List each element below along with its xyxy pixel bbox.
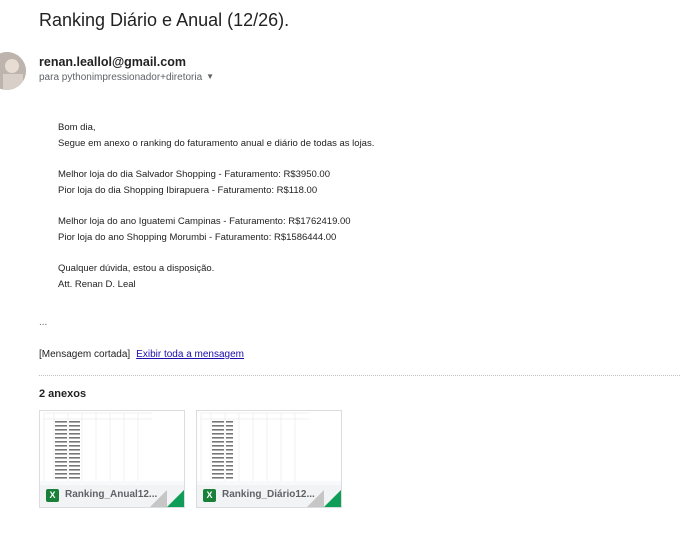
body-signature: Att. Renan D. Leal xyxy=(58,278,136,290)
attachment-filename: Ranking_Diário12... xyxy=(222,489,315,500)
avatar-photo xyxy=(0,52,26,90)
sender-email: renan.leallol@gmail.com xyxy=(39,55,186,69)
recipient-line[interactable]: para pythonimpressionador+diretoria ▼ xyxy=(39,72,214,83)
body-worst-day: Pior loja do dia Shopping Ibirapuera - F… xyxy=(58,184,318,196)
attachments-divider xyxy=(39,375,680,376)
page-fold-shadow xyxy=(307,490,324,507)
spreadsheet-thumbnail xyxy=(197,411,341,481)
show-full-message-link[interactable]: Exibir toda a mensagem xyxy=(136,349,244,360)
attachments-count: 2 anexos xyxy=(39,388,87,400)
page-fold-shadow xyxy=(150,490,167,507)
sender-avatar[interactable] xyxy=(0,52,26,90)
page-fold-corner xyxy=(324,490,341,507)
caret-down-icon[interactable]: ▼ xyxy=(206,72,214,81)
email-subject: Ranking Diário e Anual (12/26). xyxy=(39,10,290,30)
email-body: Bom dia, Segue em anexo o ranking do fat… xyxy=(58,120,374,293)
body-worst-year: Pior loja do ano Shopping Morumbi - Fatu… xyxy=(58,231,337,243)
body-greeting: Bom dia, xyxy=(58,122,96,133)
attachment-card-diario[interactable]: X Ranking_Diário12... xyxy=(196,410,342,508)
truncated-label: [Mensagem cortada] xyxy=(39,349,131,360)
truncated-notice: [Mensagem cortada] Exibir toda a mensagem xyxy=(39,349,244,360)
recipient-text: para pythonimpressionador+diretoria xyxy=(39,72,203,83)
excel-icon: X xyxy=(46,489,59,502)
excel-icon: X xyxy=(203,489,216,502)
body-best-year: Melhor loja do ano Iguatemi Campinas - F… xyxy=(58,216,351,228)
body-intro: Segue em anexo o ranking do faturamento … xyxy=(58,137,375,149)
body-best-day: Melhor loja do dia Salvador Shopping - F… xyxy=(58,169,330,181)
attachment-filename: Ranking_Anual12... xyxy=(65,489,158,500)
body-closing: Qualquer dúvida, estou a disposição. xyxy=(58,263,215,275)
trimmed-content-ellipsis[interactable]: ... xyxy=(39,317,47,328)
spreadsheet-thumbnail xyxy=(40,411,184,481)
page-fold-corner xyxy=(167,490,184,507)
attachment-card-anual[interactable]: X Ranking_Anual12... xyxy=(39,410,185,508)
